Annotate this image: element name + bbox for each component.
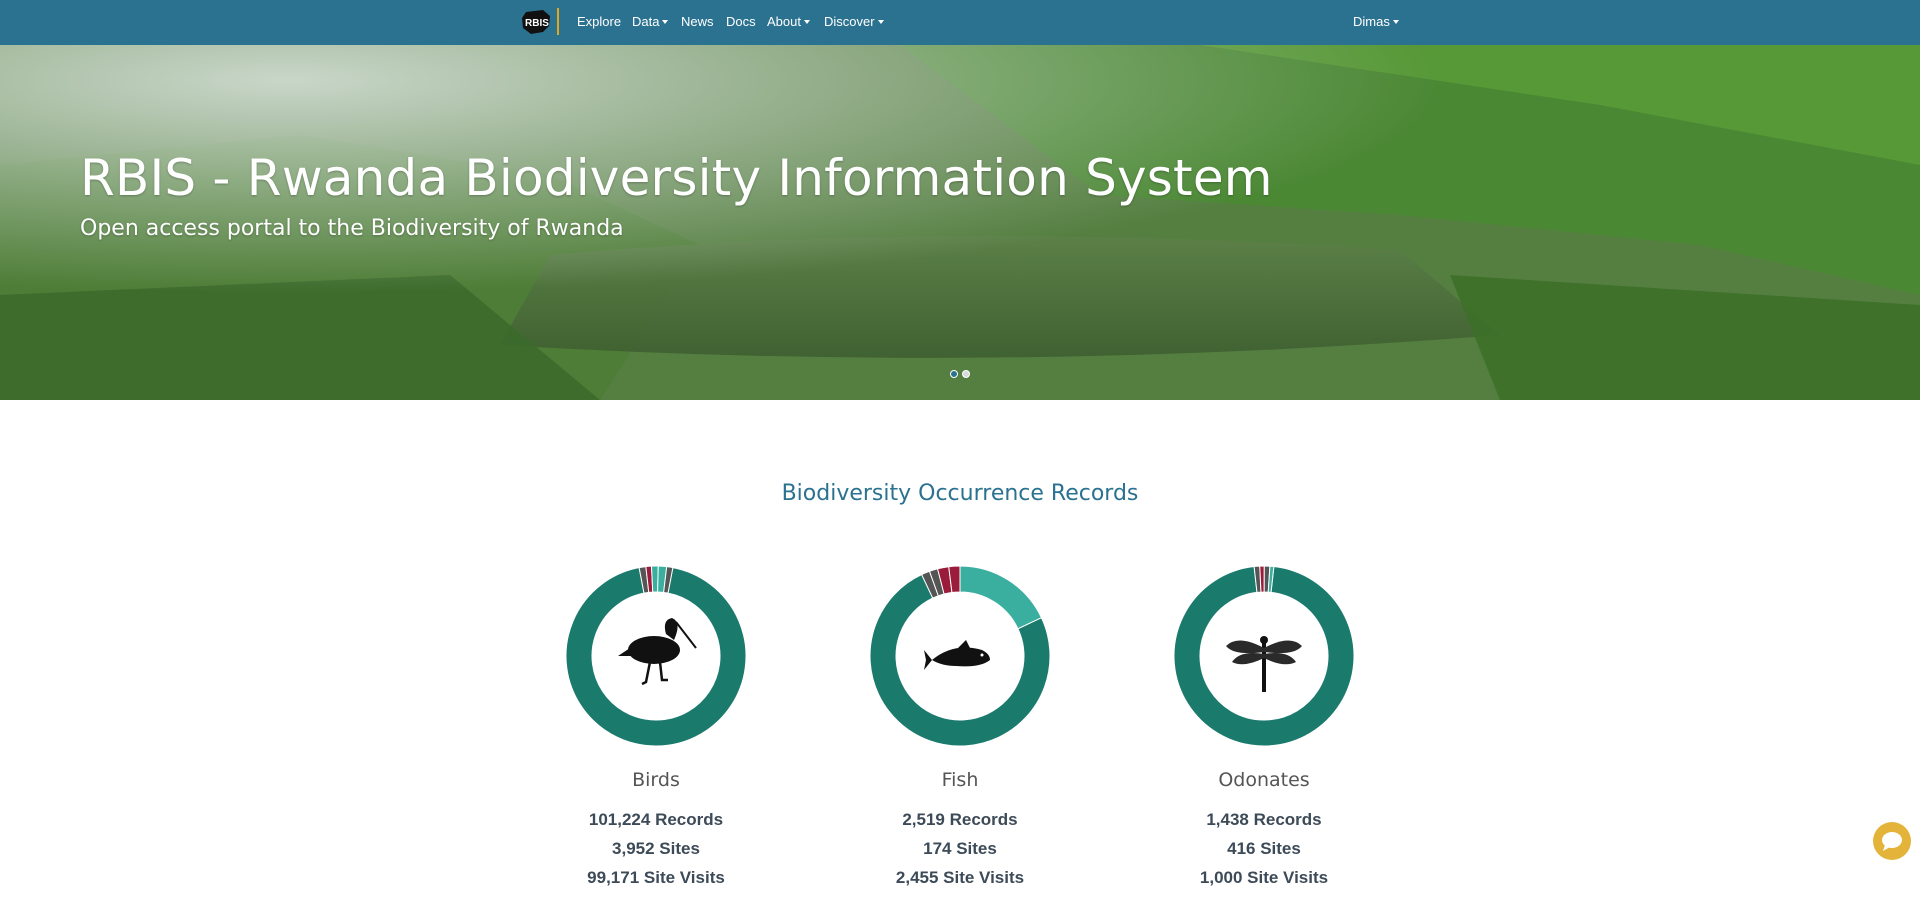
nav-data[interactable]: Data bbox=[632, 14, 669, 29]
chat-bubble-icon bbox=[1882, 832, 1902, 851]
caret-down-icon bbox=[877, 20, 884, 24]
dragonfly-icon bbox=[1226, 636, 1302, 692]
section-title: Biodiversity Occurrence Records bbox=[781, 481, 1139, 506]
site-visits-count: 1,000 Site Visits bbox=[1199, 868, 1329, 887]
records-count: 101,224 Records bbox=[588, 810, 724, 829]
fish-donut-chart bbox=[870, 566, 1050, 746]
rbis-logo[interactable]: RBIS bbox=[517, 8, 557, 36]
logo-text: RBIS bbox=[525, 18, 549, 29]
brand-separator bbox=[557, 8, 559, 35]
records-count: 2,519 Records bbox=[902, 810, 1018, 829]
donut-slice[interactable] bbox=[959, 566, 1043, 630]
fish-icon bbox=[924, 640, 990, 670]
records-count: 1,438 Records bbox=[1206, 810, 1322, 829]
caret-down-icon bbox=[662, 20, 669, 24]
hero-carousel: RBIS - Rwanda Biodiversity Information S… bbox=[0, 45, 1920, 400]
donut-slice[interactable] bbox=[1259, 566, 1265, 593]
nav-news-label: News bbox=[681, 14, 714, 29]
card-name: Fish bbox=[941, 769, 979, 791]
birds-donut-chart bbox=[566, 566, 746, 746]
sites-count: 3,952 Sites bbox=[612, 839, 700, 858]
site-visits-count: 99,171 Site Visits bbox=[587, 868, 725, 887]
site-visits-count: 2,455 Site Visits bbox=[895, 868, 1025, 887]
chat-button[interactable] bbox=[1873, 822, 1911, 860]
carousel-dot-2[interactable] bbox=[962, 370, 970, 378]
sites-count: 174 Sites bbox=[923, 839, 997, 858]
caret-down-icon bbox=[1392, 20, 1399, 24]
nav-explore[interactable]: Explore bbox=[577, 14, 621, 29]
carousel-dot-1[interactable] bbox=[950, 370, 958, 378]
sites-count: 416 Sites bbox=[1227, 839, 1301, 858]
nav-discover[interactable]: Discover bbox=[824, 14, 884, 29]
card-name: Birds bbox=[632, 769, 680, 791]
nav-docs[interactable]: Docs bbox=[726, 14, 756, 29]
nav-docs-label: Docs bbox=[726, 14, 756, 29]
hero-subtitle: Open access portal to the Biodiversity o… bbox=[80, 216, 624, 241]
user-name: Dimas bbox=[1353, 14, 1390, 29]
nav-news[interactable]: News bbox=[681, 14, 714, 29]
nav-explore-label: Explore bbox=[577, 14, 622, 29]
nav-data-label: Data bbox=[632, 14, 660, 29]
hero-title: RBIS - Rwanda Biodiversity Information S… bbox=[80, 149, 1273, 207]
bird-icon bbox=[618, 618, 697, 686]
caret-down-icon bbox=[803, 20, 810, 24]
nav-about[interactable]: About bbox=[767, 14, 810, 29]
user-menu[interactable]: Dimas bbox=[1353, 14, 1399, 29]
odonates-donut-chart bbox=[1174, 566, 1354, 746]
nav-discover-label: Discover bbox=[824, 14, 875, 29]
card-name: Odonates bbox=[1218, 769, 1310, 791]
top-navbar: RBIS Explore Data News Docs About Discov… bbox=[0, 0, 1920, 45]
nav-about-label: About bbox=[767, 14, 801, 29]
